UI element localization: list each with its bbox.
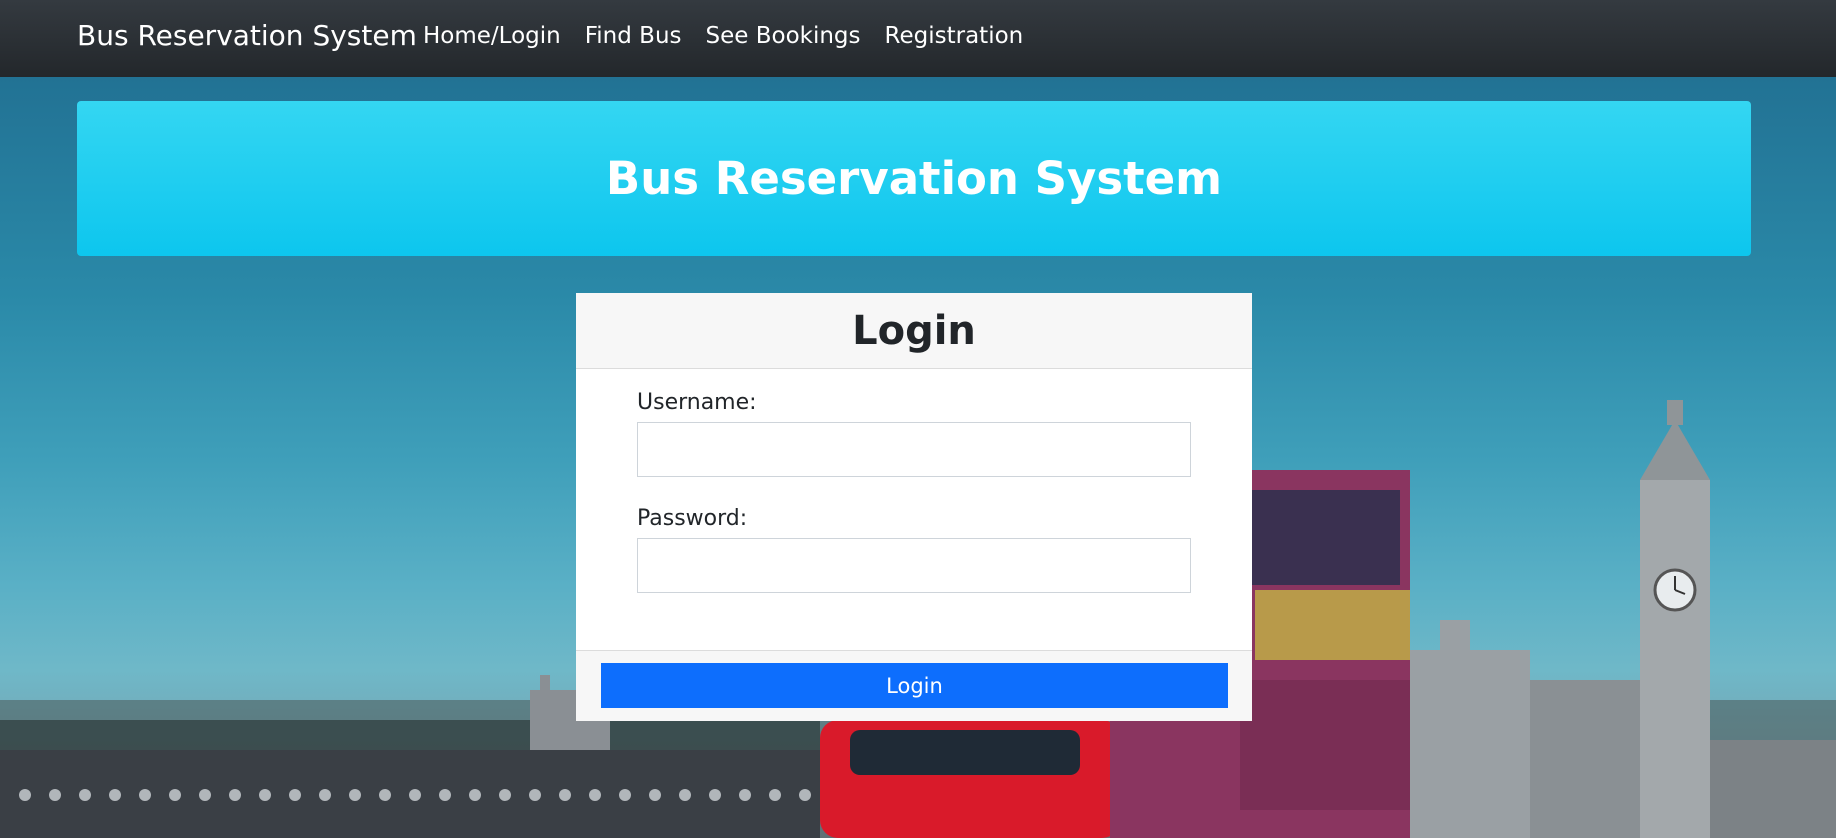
login-form: Username: Password: xyxy=(576,369,1252,642)
navbar-brand[interactable]: Bus Reservation System xyxy=(77,19,417,52)
top-navbar: Bus Reservation System Home/Login Find B… xyxy=(0,0,1836,77)
nav-link-registration[interactable]: Registration xyxy=(885,23,1024,49)
navbar-links: Home/Login Find Bus See Bookings Registr… xyxy=(423,23,1047,49)
login-card-header: Login xyxy=(576,293,1252,369)
login-title: Login xyxy=(852,307,976,354)
username-input[interactable] xyxy=(637,422,1191,477)
login-button[interactable]: Login xyxy=(601,663,1228,708)
banner-title: Bus Reservation System xyxy=(605,152,1223,205)
password-input[interactable] xyxy=(637,538,1191,593)
password-label: Password: xyxy=(637,506,748,531)
hero-banner: Bus Reservation System xyxy=(77,101,1751,256)
nav-link-see-bookings[interactable]: See Bookings xyxy=(706,23,861,49)
nav-link-home-login[interactable]: Home/Login xyxy=(423,23,561,49)
username-label: Username: xyxy=(637,390,757,415)
login-card-footer: Login xyxy=(576,650,1252,721)
nav-link-find-bus[interactable]: Find Bus xyxy=(585,23,682,49)
login-card: Login Username: Password: Login xyxy=(576,293,1252,721)
